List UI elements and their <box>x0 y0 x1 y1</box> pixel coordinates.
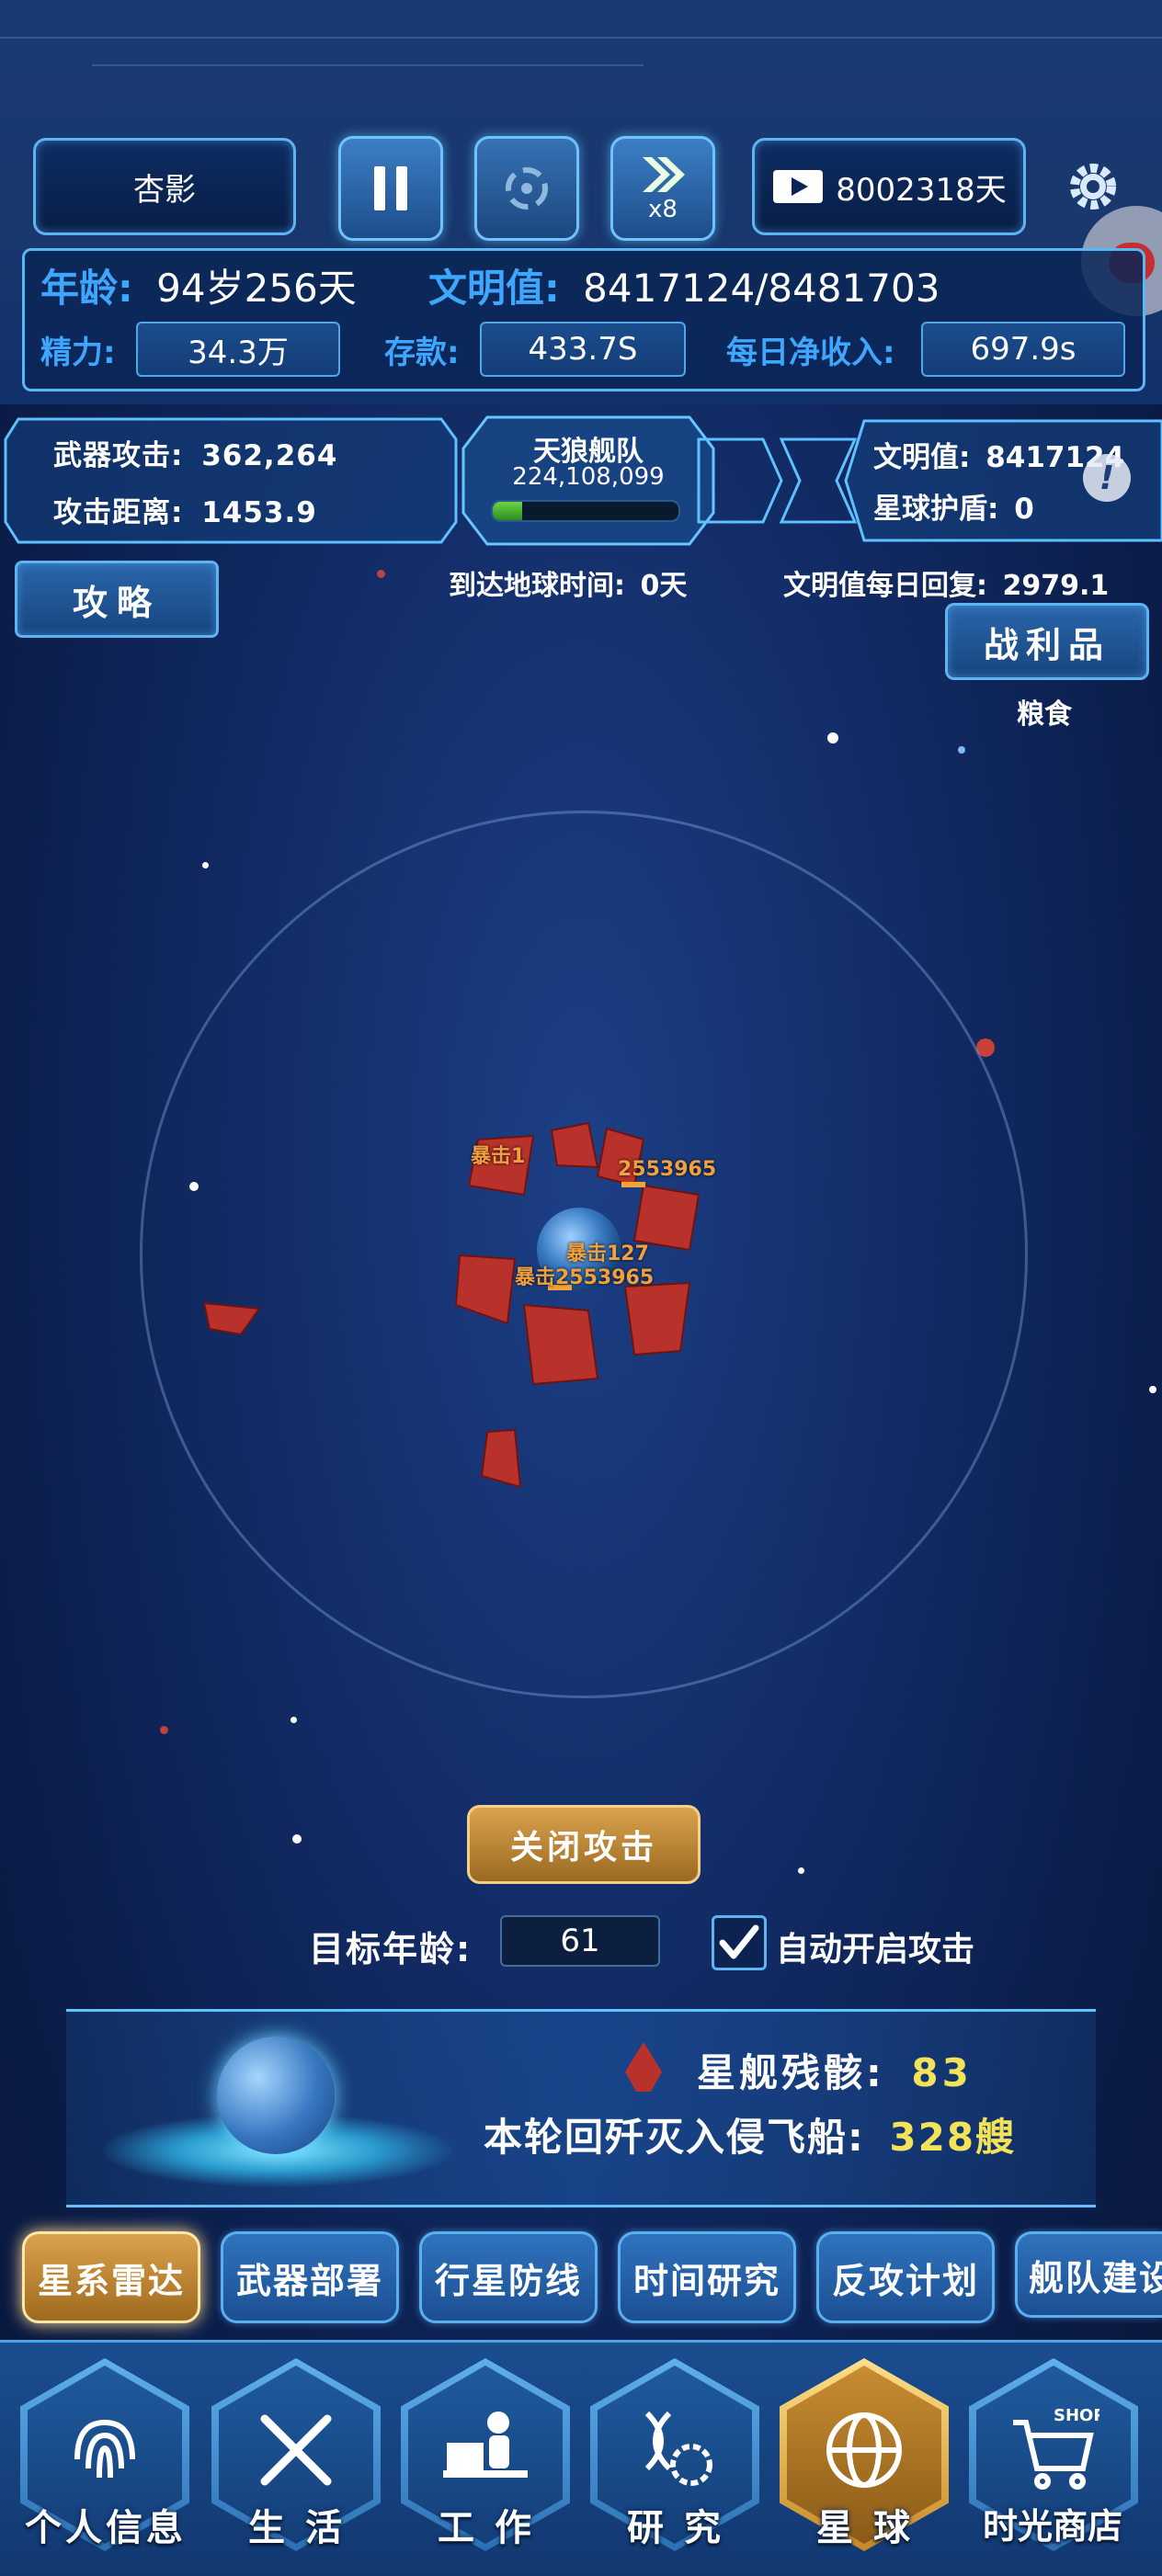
destroyed-label: 本轮回歼灭入侵飞船: <box>484 2115 865 2160</box>
close-attack-button[interactable]: 关闭攻击 <box>467 1805 701 1884</box>
earth-globe-icon <box>217 2037 335 2154</box>
tab-label: 反攻计划 <box>831 2260 979 2301</box>
tab-counterattack[interactable]: 反攻计划 <box>816 2231 995 2323</box>
damage-text: 暴击1 <box>471 1145 526 1168</box>
globe-icon <box>826 2412 902 2488</box>
destroyed-value: 328艘 <box>889 2115 1017 2160</box>
nav-label-work: 工 作 <box>438 2507 535 2549</box>
desk-worker-icon <box>443 2411 528 2478</box>
target-age-label: 目标年龄: <box>309 1929 473 1969</box>
wreckage-value: 83 <box>911 2050 973 2095</box>
fork-knife-icon <box>260 2414 332 2486</box>
tab-weapon-deploy[interactable]: 武器部署 <box>221 2231 399 2323</box>
target-age-input[interactable] <box>500 1915 660 1967</box>
tab-planet-defense[interactable]: 行星防线 <box>419 2231 598 2323</box>
wreckage-row: 星舰残骸: 83 <box>697 2042 973 2098</box>
enemy-ship <box>550 1121 599 1169</box>
fingerprint-icon <box>74 2419 135 2479</box>
enemy-ship <box>454 1254 517 1325</box>
tab-label: 星系雷达 <box>37 2260 185 2301</box>
damage-text: 暴击2553965 <box>515 1266 655 1289</box>
enemy-ship <box>480 1428 522 1489</box>
dna-gear-icon <box>644 2411 712 2486</box>
tab-time-research[interactable]: 时间研究 <box>618 2231 796 2323</box>
enemy-ship <box>202 1301 261 1336</box>
tab-label: 武器部署 <box>235 2260 383 2301</box>
nav-label-life: 生 活 <box>248 2507 346 2549</box>
nav-label-research: 研 究 <box>627 2507 724 2549</box>
tab-label: 时间研究 <box>632 2260 780 2301</box>
auto-attack-label: 自动开启攻击 <box>776 1931 975 1969</box>
projectile <box>621 1182 645 1187</box>
tab-galaxy-radar[interactable]: 星系雷达 <box>22 2231 200 2323</box>
tab-label: 行星防线 <box>434 2260 582 2301</box>
nav-label-shop: 时光商店 <box>982 2506 1122 2547</box>
enemy-ship <box>623 1281 691 1356</box>
checkmark-icon <box>719 1924 759 1959</box>
shopping-cart-icon: SHOP <box>1013 2406 1099 2490</box>
nav-label-planet: 星 球 <box>816 2507 914 2549</box>
tab-label: 舰队建设 <box>1029 2257 1162 2298</box>
nav-label-profile: 个人信息 <box>25 2507 187 2549</box>
destroyed-row: 本轮回歼灭入侵飞船: 328艘 <box>484 2106 1016 2162</box>
wreckage-label: 星舰残骸: <box>697 2050 885 2095</box>
tab-fleet-build[interactable]: 舰队建设 <box>1015 2231 1162 2318</box>
auto-attack-checkbox[interactable] <box>712 1915 767 1970</box>
damage-text: 2553965 <box>618 1158 717 1181</box>
close-attack-label: 关闭攻击 <box>509 1829 657 1867</box>
svg-text:SHOP: SHOP <box>1054 2406 1099 2425</box>
enemy-ship <box>522 1303 599 1386</box>
